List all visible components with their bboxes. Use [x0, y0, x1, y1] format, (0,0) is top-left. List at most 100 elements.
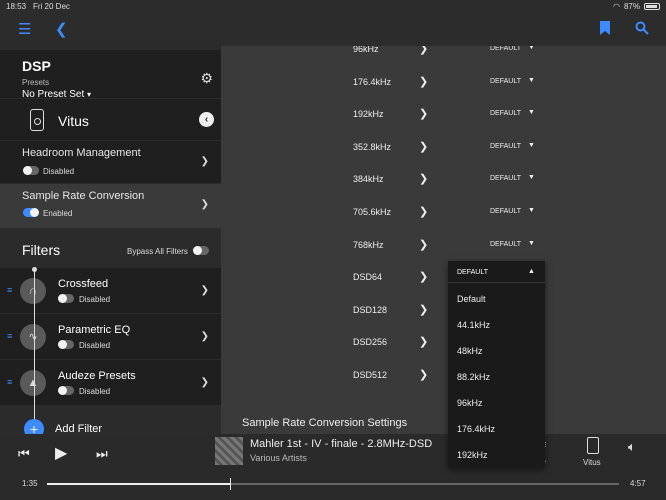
rate-value[interactable]: DEFAULT: [490, 143, 521, 150]
dsp-header: DSP Presets No Preset Set ▾ ⚙: [0, 50, 221, 100]
src-state: Enabled: [43, 209, 73, 218]
rate-dropdown[interactable]: DEFAULT ▲ Default 44.1kHz 48kHz 88.2kHz 96kH…: [448, 261, 545, 468]
filter-state: Disabled: [79, 341, 111, 350]
rate-value[interactable]: DEFAULT: [490, 78, 521, 85]
search-icon[interactable]: [635, 21, 649, 40]
next-icon[interactable]: ⏭: [96, 446, 108, 462]
rate-row[interactable]: 384kHz ❯ DEFAULT ▼: [221, 170, 666, 190]
rate-row[interactable]: 176.4kHz ❯ DEFAULT ▼: [221, 73, 666, 93]
rate-label: 768kHz: [353, 239, 384, 250]
rate-row[interactable]: 768kHz ❯ DEFAULT ▼: [221, 236, 666, 256]
album-art[interactable]: [215, 437, 243, 465]
chevron-down-icon[interactable]: ▼: [528, 46, 535, 51]
arrow-right-icon: ❯: [419, 271, 429, 284]
arrow-right-icon: ❯: [419, 140, 429, 153]
dropdown-option[interactable]: 96kHz: [457, 398, 483, 408]
presets-label: Presets: [22, 78, 50, 87]
rate-row[interactable]: DSD64 ❯: [221, 268, 666, 288]
dropdown-selected: DEFAULT: [457, 269, 488, 276]
menu-icon[interactable]: ☰: [18, 21, 31, 39]
progress-thumb[interactable]: [230, 478, 232, 490]
battery-icon: [644, 3, 660, 10]
drag-handle-icon[interactable]: ≡: [7, 331, 12, 341]
chevron-down-icon[interactable]: ▼: [528, 240, 535, 247]
filter-toggle[interactable]: [58, 340, 74, 349]
headroom-toggle[interactable]: [23, 166, 39, 175]
dropdown-option[interactable]: 88.2kHz: [457, 372, 490, 382]
chevron-down-icon: ▾: [87, 90, 92, 99]
arrow-right-icon: ❯: [419, 369, 429, 381]
dsp-sidebar: DSP Presets No Preset Set ▾ ⚙ Vitus ‹ He…: [0, 46, 221, 434]
previous-icon[interactable]: ⏮: [18, 446, 30, 462]
filter-toggle[interactable]: [58, 294, 74, 303]
gear-icon[interactable]: ⚙: [200, 70, 213, 87]
arrow-right-icon: ❯: [419, 336, 429, 349]
filter-state: Disabled: [79, 387, 111, 396]
eq-curve-icon: ∿: [20, 324, 46, 350]
rate-row[interactable]: 96kHz ❯ DEFAULT ▼: [221, 46, 666, 60]
dropdown-option[interactable]: 176.4kHz: [457, 424, 495, 434]
chevron-right-icon: ❯: [200, 199, 209, 210]
chevron-down-icon[interactable]: ▼: [528, 109, 535, 116]
rate-row[interactable]: 192kHz ❯ DEFAULT ▼: [221, 105, 666, 125]
dropdown-option[interactable]: Default: [457, 294, 486, 304]
play-icon[interactable]: ▶: [55, 443, 67, 463]
src-row[interactable]: Sample Rate Conversion Enabled ❯: [0, 184, 221, 228]
status-bar: 18:53 Fri 20 Dec ◠ 87%: [0, 0, 666, 14]
headphones-icon: ∩: [20, 278, 46, 304]
chevron-right-icon: ❯: [200, 285, 209, 296]
dropdown-option[interactable]: 48kHz: [457, 346, 483, 356]
audeze-logo-icon: ▲: [20, 370, 46, 396]
volume-icon[interactable]: 🔈︎: [628, 439, 636, 455]
collapse-button[interactable]: ‹: [199, 112, 214, 127]
filter-chain-dot: [32, 267, 37, 272]
drag-handle-icon[interactable]: ≡: [7, 377, 12, 387]
time-elapsed: 1:35: [22, 479, 38, 488]
rate-value[interactable]: DEFAULT: [490, 208, 521, 215]
back-chevron-icon[interactable]: ❮: [55, 21, 68, 39]
dropdown-option[interactable]: 44.1kHz: [457, 320, 490, 330]
add-filter-icon[interactable]: +: [24, 419, 44, 434]
rate-row[interactable]: 705.6kHz ❯ DEFAULT ▼: [221, 203, 666, 223]
status-date: Fri 20 Dec: [33, 2, 70, 11]
player-bar: ⏮ ▶ ⏭ Mahler 1st - IV - finale - 2.8MHz-…: [0, 434, 666, 500]
headroom-row[interactable]: Headroom Management Disabled ❯: [0, 141, 221, 183]
chevron-down-icon[interactable]: ▼: [528, 174, 535, 181]
speaker-icon[interactable]: [587, 437, 599, 454]
status-time: 18:53: [6, 2, 27, 11]
filter-toggle[interactable]: [58, 386, 74, 395]
chevron-right-icon: ❯: [200, 156, 209, 167]
track-title[interactable]: Mahler 1st - IV - finale - 2.8MHz-DSD: [250, 438, 432, 450]
rate-value[interactable]: DEFAULT: [490, 175, 521, 182]
rate-label: 352.8kHz: [353, 141, 392, 152]
device-name: Vitus: [58, 113, 89, 129]
chevron-down-icon[interactable]: ▼: [528, 207, 535, 214]
wifi-icon: ◠: [613, 2, 620, 11]
rate-row[interactable]: DSD512 ❯: [221, 366, 666, 386]
rate-row[interactable]: DSD256 ❯: [221, 333, 666, 353]
dropdown-header[interactable]: DEFAULT ▲: [448, 261, 545, 283]
device-label[interactable]: Vitus: [583, 458, 601, 467]
status-right: ◠ 87%: [613, 2, 660, 11]
bypass-toggle[interactable]: [193, 246, 209, 255]
bookmark-icon[interactable]: [600, 21, 610, 40]
arrow-right-icon: ❯: [419, 238, 429, 251]
chevron-down-icon[interactable]: ▼: [528, 77, 535, 84]
arrow-right-icon: ❯: [419, 303, 429, 316]
drag-handle-icon[interactable]: ≡: [7, 285, 12, 295]
chevron-down-icon[interactable]: ▼: [528, 142, 535, 149]
filter-name: Audeze Presets: [58, 370, 136, 382]
add-filter-button[interactable]: Add Filter: [55, 423, 102, 434]
chevron-right-icon: ❯: [200, 331, 209, 342]
dropdown-option[interactable]: 192kHz: [457, 450, 488, 460]
rate-value[interactable]: DEFAULT: [490, 110, 521, 117]
rate-value[interactable]: DEFAULT: [490, 241, 521, 248]
rate-value[interactable]: DEFAULT: [490, 46, 521, 52]
progress-bar[interactable]: [47, 478, 619, 490]
rate-row[interactable]: DSD128 ❯: [221, 301, 666, 321]
device-header: Vitus ‹: [0, 99, 221, 140]
src-toggle[interactable]: [23, 208, 39, 217]
rate-label: 192kHz: [353, 109, 384, 120]
arrow-right-icon: ❯: [419, 75, 429, 88]
rate-row[interactable]: 352.8kHz ❯ DEFAULT ▼: [221, 138, 666, 158]
